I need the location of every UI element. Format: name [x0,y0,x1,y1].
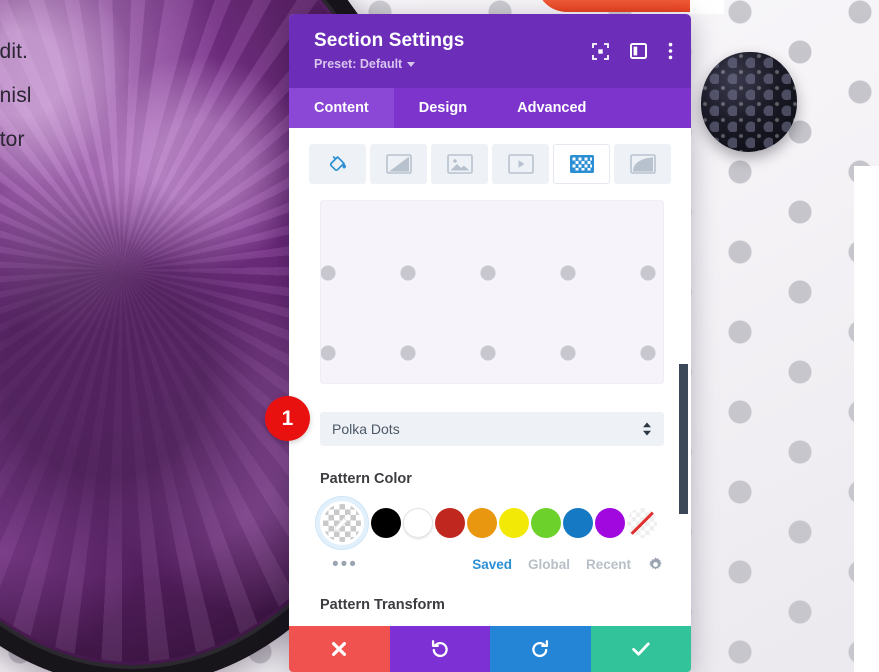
focus-icon[interactable] [592,42,609,60]
save-button[interactable] [590,626,691,672]
image-icon [446,154,473,174]
tab-advanced[interactable]: Advanced [492,88,611,128]
redo-button[interactable] [490,626,591,672]
swatch-white[interactable] [403,508,433,538]
modal-action-bar [289,626,691,672]
step-badge-1: 1 [265,396,310,441]
background-mask-tab[interactable] [614,144,671,184]
palette-tab-global[interactable]: Global [528,557,570,572]
preset-label: Preset: Default [314,57,403,71]
swatch-red[interactable] [435,508,465,538]
site-white-strip-top [690,0,724,14]
tab-design[interactable]: Design [394,88,492,128]
cancel-button[interactable] [289,626,390,672]
background-pattern-tab[interactable] [553,144,610,184]
swatch-more-button[interactable]: ••• [320,555,358,574]
eyedropper-icon [334,514,351,532]
tab-content[interactable]: Content [289,88,394,128]
copy-line-2: et nisl [0,84,32,107]
modal-body: Polka Dots Pattern Color ••• Saved Globa… [289,128,691,672]
tab-advanced-label: Advanced [517,100,587,116]
tab-design-label: Design [418,100,468,116]
swatch-none[interactable] [627,508,657,538]
check-icon [631,642,650,656]
gradient-icon [385,154,412,174]
copy-line-1: andit. [0,40,28,63]
modal-header: Section Settings Preset: Default [289,14,691,88]
background-type-tabs [289,128,691,184]
site-white-strip [854,166,879,672]
swatch-eyedropper[interactable] [320,501,364,545]
swatch-black[interactable] [371,508,401,538]
copy-line-3: rttitor [0,128,25,151]
redo-icon [532,640,549,658]
site-body-copy: andit. et nisl rttitor [0,30,126,162]
pattern-color-label: Pattern Color [320,471,412,487]
background-image-tab[interactable] [431,144,488,184]
select-stepper-icon [642,422,652,436]
pattern-icon [569,155,594,173]
swatch-blue[interactable] [563,508,593,538]
palette-tabs: Saved Global Recent [472,556,664,573]
swatch-green[interactable] [531,508,561,538]
paint-bucket-icon [329,156,346,172]
pattern-style-select[interactable]: Polka Dots [320,412,664,446]
background-video-tab[interactable] [492,144,549,184]
palette-tab-saved[interactable]: Saved [472,557,512,572]
pattern-style-value: Polka Dots [332,421,400,437]
section-settings-modal: Section Settings Preset: Default Content… [289,14,691,672]
undo-button[interactable] [389,626,490,672]
modal-header-actions [592,42,673,60]
palette-meta-row: ••• Saved Global Recent [320,555,664,574]
blackberry-photo [701,52,797,152]
background-gradient-tab[interactable] [370,144,427,184]
pattern-transform-label: Pattern Transform [320,597,445,613]
modal-scrollbar-track[interactable] [679,136,688,666]
swatch-purple[interactable] [595,508,625,538]
swatch-orange[interactable] [467,508,497,538]
pattern-fields: Polka Dots Pattern Color ••• Saved Globa… [289,412,691,613]
close-icon [332,642,347,656]
page-root: andit. et nisl rttitor Section Settings … [0,0,879,672]
preset-selector[interactable]: Preset: Default [314,57,416,71]
modal-scrollbar-thumb[interactable] [679,364,688,514]
tab-content-label: Content [314,100,369,116]
more-options-icon[interactable] [668,42,673,60]
chevron-down-icon [407,61,416,67]
palette-tab-recent[interactable]: Recent [586,557,631,572]
modal-tabs: Content Design Advanced [289,88,691,128]
video-icon [507,154,534,174]
swatch-yellow[interactable] [499,508,529,538]
background-color-tab[interactable] [309,144,366,184]
gear-icon[interactable] [647,556,664,573]
undo-icon [431,640,448,658]
polka-dots-preview[interactable] [320,200,664,384]
layout-panel-icon[interactable] [630,43,647,59]
pattern-color-swatches [320,501,664,545]
mask-icon [629,154,656,174]
